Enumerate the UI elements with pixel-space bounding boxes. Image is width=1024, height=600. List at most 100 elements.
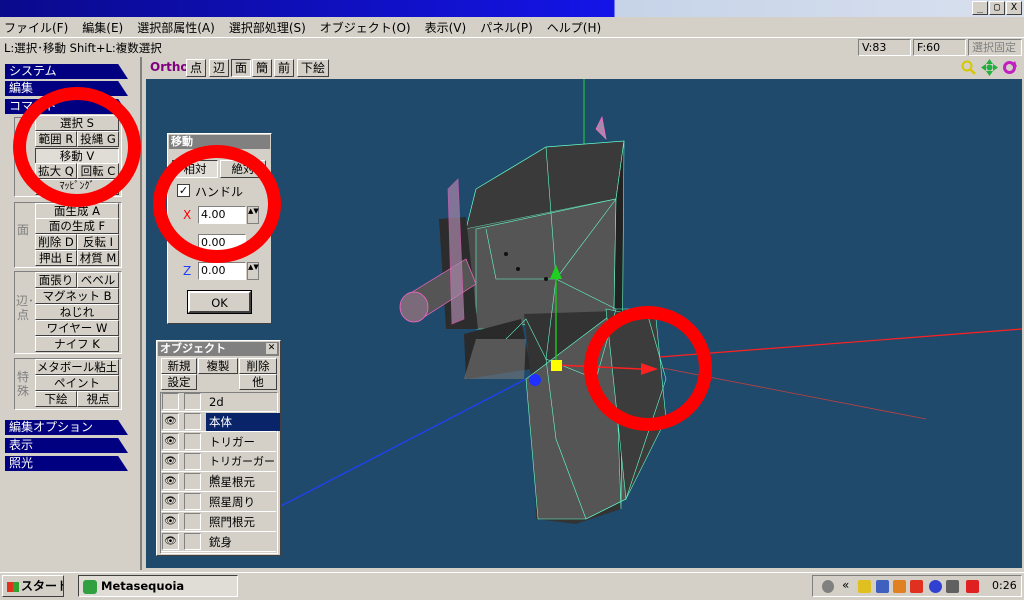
minimize-button[interactable]: _ xyxy=(972,1,988,15)
z-axis-line xyxy=(255,378,527,520)
start-button[interactable]: スタート xyxy=(2,575,64,597)
ortho-toggle[interactable]: Ortho xyxy=(150,60,189,74)
close-button[interactable]: X xyxy=(1006,1,1022,15)
object-row[interactable]: 👁 照門根元 xyxy=(161,512,276,532)
ok-button[interactable]: OK xyxy=(187,290,252,314)
taskbar-app-metasequoia[interactable]: Metasequoia xyxy=(78,575,238,597)
selection-lock-button[interactable]: 選択固定 xyxy=(968,39,1022,56)
visibility-toggle[interactable] xyxy=(162,393,179,410)
underlay-button[interactable]: 下絵 xyxy=(35,391,77,407)
tool-hint: L:選択･移動 Shift+L:複数選択 xyxy=(4,41,162,55)
edge-mode-button[interactable]: 辺 xyxy=(209,59,230,77)
object-name: 本体 xyxy=(206,413,280,431)
menu-selection-process[interactable]: 選択部処理(S) xyxy=(229,19,306,36)
object-row[interactable]: 👁 照星周り xyxy=(161,492,276,512)
z-spinner[interactable]: ▲▼ xyxy=(247,262,259,280)
face-mode-button[interactable]: 面 xyxy=(231,59,252,77)
app-label: Metasequoia xyxy=(101,579,185,593)
edge-vertex-group-label: 辺･点 xyxy=(16,294,35,322)
z-value-input[interactable]: 0.00 xyxy=(198,262,246,280)
front-view-button[interactable]: 前 xyxy=(274,59,295,77)
settings-button[interactable]: 設定 xyxy=(161,374,197,390)
twist-button[interactable]: ねじれ xyxy=(35,304,119,320)
rotate-view-icon[interactable] xyxy=(1001,59,1018,76)
annotation-ring xyxy=(584,306,712,431)
zoom-icon[interactable] xyxy=(961,60,977,76)
copy-object-button[interactable]: 複製 xyxy=(198,358,238,374)
metaball-button[interactable]: メタボール粘土 xyxy=(35,359,119,375)
lock-toggle[interactable] xyxy=(184,473,201,490)
stretch-face-button[interactable]: 面張り xyxy=(35,272,77,288)
object-panel-title: オブジェクト xyxy=(158,342,279,356)
delete-object-button[interactable]: 削除 xyxy=(239,358,277,374)
menu-panel[interactable]: パネル(P) xyxy=(480,19,533,36)
vertex-mode-button[interactable]: 点 xyxy=(186,59,207,77)
wire-button[interactable]: ワイヤー W xyxy=(35,320,119,336)
clock: 0:26 xyxy=(992,579,1017,592)
object-row[interactable]: 2d xyxy=(161,392,276,412)
menu-file[interactable]: ファイル(F) xyxy=(4,19,68,36)
eye-icon[interactable]: 👁 xyxy=(162,493,179,510)
magnet-button[interactable]: マグネット B xyxy=(35,288,119,304)
create-face-button[interactable]: 面の生成 F xyxy=(35,218,119,234)
close-icon[interactable]: ✕ xyxy=(266,343,277,354)
eye-icon[interactable]: 👁 xyxy=(162,473,179,490)
section-edit-option[interactable]: 編集オプション xyxy=(5,420,128,435)
eye-icon[interactable]: 👁 xyxy=(162,513,179,530)
lock-toggle[interactable] xyxy=(184,513,201,530)
object-row[interactable]: 👁 照星根元 xyxy=(161,472,276,492)
paint-button[interactable]: ペイント xyxy=(35,375,119,391)
eye-icon[interactable]: 👁 xyxy=(162,413,179,430)
delete-button[interactable]: 削除 D xyxy=(35,234,77,250)
menu-selection-attributes[interactable]: 選択部属性(A) xyxy=(137,19,215,36)
restore-button[interactable]: ▢ xyxy=(989,1,1005,15)
menu-view[interactable]: 表示(V) xyxy=(425,19,467,36)
menu-edit[interactable]: 編集(E) xyxy=(82,19,123,36)
lock-toggle[interactable] xyxy=(184,533,201,550)
object-name: 照星周り xyxy=(209,495,255,509)
other-button[interactable]: 他 xyxy=(239,374,277,390)
object-row[interactable]: 👁 銃身 xyxy=(161,532,276,552)
lock-toggle[interactable] xyxy=(184,453,201,470)
flip-button[interactable]: 反転 I xyxy=(77,234,119,250)
object-row-selected[interactable]: 👁 本体 xyxy=(161,412,280,432)
eye-icon[interactable]: 👁 xyxy=(162,533,179,550)
object-name: 照門根元 xyxy=(209,515,255,529)
eye-icon[interactable]: 👁 xyxy=(162,453,179,470)
extrude-button[interactable]: 押出 E xyxy=(35,250,77,266)
viewpoint-button[interactable]: 視点 xyxy=(77,391,119,407)
monitor-icon[interactable] xyxy=(946,580,959,593)
lock-toggle[interactable] xyxy=(184,433,201,450)
z-label: Z xyxy=(183,264,192,278)
shield-icon[interactable] xyxy=(858,580,871,593)
start-label: スタート xyxy=(21,579,63,593)
tray-expand-icon[interactable]: « xyxy=(842,578,849,592)
underlay-view-button[interactable]: 下絵 xyxy=(297,59,330,77)
knife-button[interactable]: ナイフ K xyxy=(35,336,119,352)
bluetooth-icon[interactable] xyxy=(929,580,942,593)
app-tray-icon[interactable] xyxy=(893,580,906,593)
section-display[interactable]: 表示 xyxy=(5,438,128,453)
object-row[interactable]: 👁 トリガー xyxy=(161,432,276,452)
eye-icon[interactable]: 👁 xyxy=(162,433,179,450)
simple-mode-button[interactable]: 簡 xyxy=(252,59,273,77)
section-lighting[interactable]: 照光 xyxy=(5,456,128,471)
object-row[interactable]: 👁 トリガーガード xyxy=(161,452,276,486)
object-name: 2d xyxy=(209,395,224,409)
section-system[interactable]: システム xyxy=(5,64,128,79)
gm-icon[interactable] xyxy=(910,580,923,593)
m-icon[interactable] xyxy=(966,580,979,593)
lock-toggle[interactable] xyxy=(184,413,201,430)
menu-object[interactable]: オブジェクト(O) xyxy=(320,19,411,36)
center-handle-icon xyxy=(551,360,562,371)
menu-help[interactable]: ヘルプ(H) xyxy=(547,19,601,36)
speaker-icon[interactable] xyxy=(822,580,834,593)
lock-toggle[interactable] xyxy=(184,393,201,410)
network-icon[interactable] xyxy=(876,580,889,593)
pan-icon[interactable] xyxy=(981,59,998,76)
new-object-button[interactable]: 新規 xyxy=(161,358,197,374)
material-button[interactable]: 材質 M xyxy=(77,250,119,266)
annotation-ring xyxy=(153,145,281,263)
lock-toggle[interactable] xyxy=(184,493,201,510)
bevel-button[interactable]: ベベル xyxy=(77,272,119,288)
